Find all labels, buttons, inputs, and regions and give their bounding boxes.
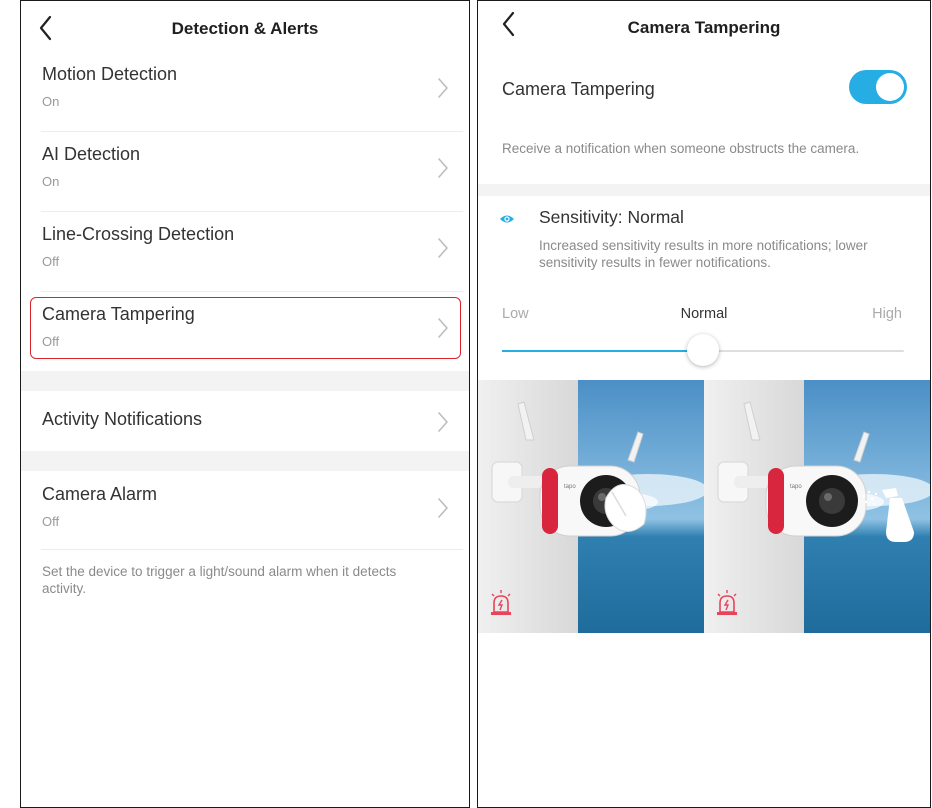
menu-item-label: AI Detection [42,144,141,164]
chevron-right-icon [438,238,448,258]
menu-item-label: Camera Alarm [42,484,158,504]
menu-item-motion-detection[interactable]: Motion Detection On [21,51,469,131]
divider [41,549,463,550]
highlight-box [30,297,461,359]
slider-labels: Low Normal High [478,306,930,326]
chevron-right-icon [438,412,448,432]
menu-item-label: Motion Detection [42,64,178,84]
toggle-knob [876,73,904,101]
camera-alarm-footnote: Set the device to trigger a light/sound … [42,564,397,596]
brand-text: tapo [564,484,576,490]
illustration-spray-obstruction: tapo [704,380,930,633]
page-title: Detection & Alerts [171,19,319,38]
menu-item-status: On [42,174,60,189]
menu-item-status: Off [42,254,60,269]
sensitivity-title: Sensitivity: Normal [539,207,684,227]
menu-item-label: Activity Notifications [42,409,203,429]
menu-item-line-crossing-detection[interactable]: Line-Crossing Detection Off [21,211,469,291]
tampering-description: Receive a notification when someone obst… [502,141,860,156]
sensitivity-slider-thumb[interactable] [687,334,719,366]
camera-tampering-screen: Camera Tampering Camera Tampering Receiv… [477,0,931,808]
eye-icon [500,215,514,223]
menu-item-camera-alarm[interactable]: Camera Alarm Off [21,471,469,551]
sensitivity-slider-fill [502,350,703,352]
section-gap [21,451,469,471]
slider-normal-label: Normal [680,306,728,322]
toggle-label: Camera Tampering [502,79,655,99]
menu-item-status: On [42,94,60,109]
navbar: Camera Tampering [478,1,930,59]
illustration-hand-obstruction: tapo [478,380,704,633]
detection-alerts-screen: Detection & Alerts Motion Detection On A… [20,0,470,808]
menu-item-label: Line-Crossing Detection [42,224,235,244]
chevron-right-icon [438,78,448,98]
camera-tampering-toggle-row: Camera Tampering [478,59,930,123]
slider-high-label: High [872,306,902,322]
sensitivity-description: Increased sensitivity results in more no… [539,238,868,270]
section-gap [478,184,930,196]
section-gap [21,371,469,391]
camera-tampering-toggle[interactable] [849,70,907,104]
brand-text: tapo [790,484,802,490]
page-title: Camera Tampering [627,18,781,37]
chevron-right-icon [438,498,448,518]
menu-item-status: Off [42,514,60,529]
menu-item-activity-notifications[interactable]: Activity Notifications [21,391,469,451]
chevron-right-icon [438,158,448,178]
menu-item-ai-detection[interactable]: AI Detection On [21,131,469,211]
